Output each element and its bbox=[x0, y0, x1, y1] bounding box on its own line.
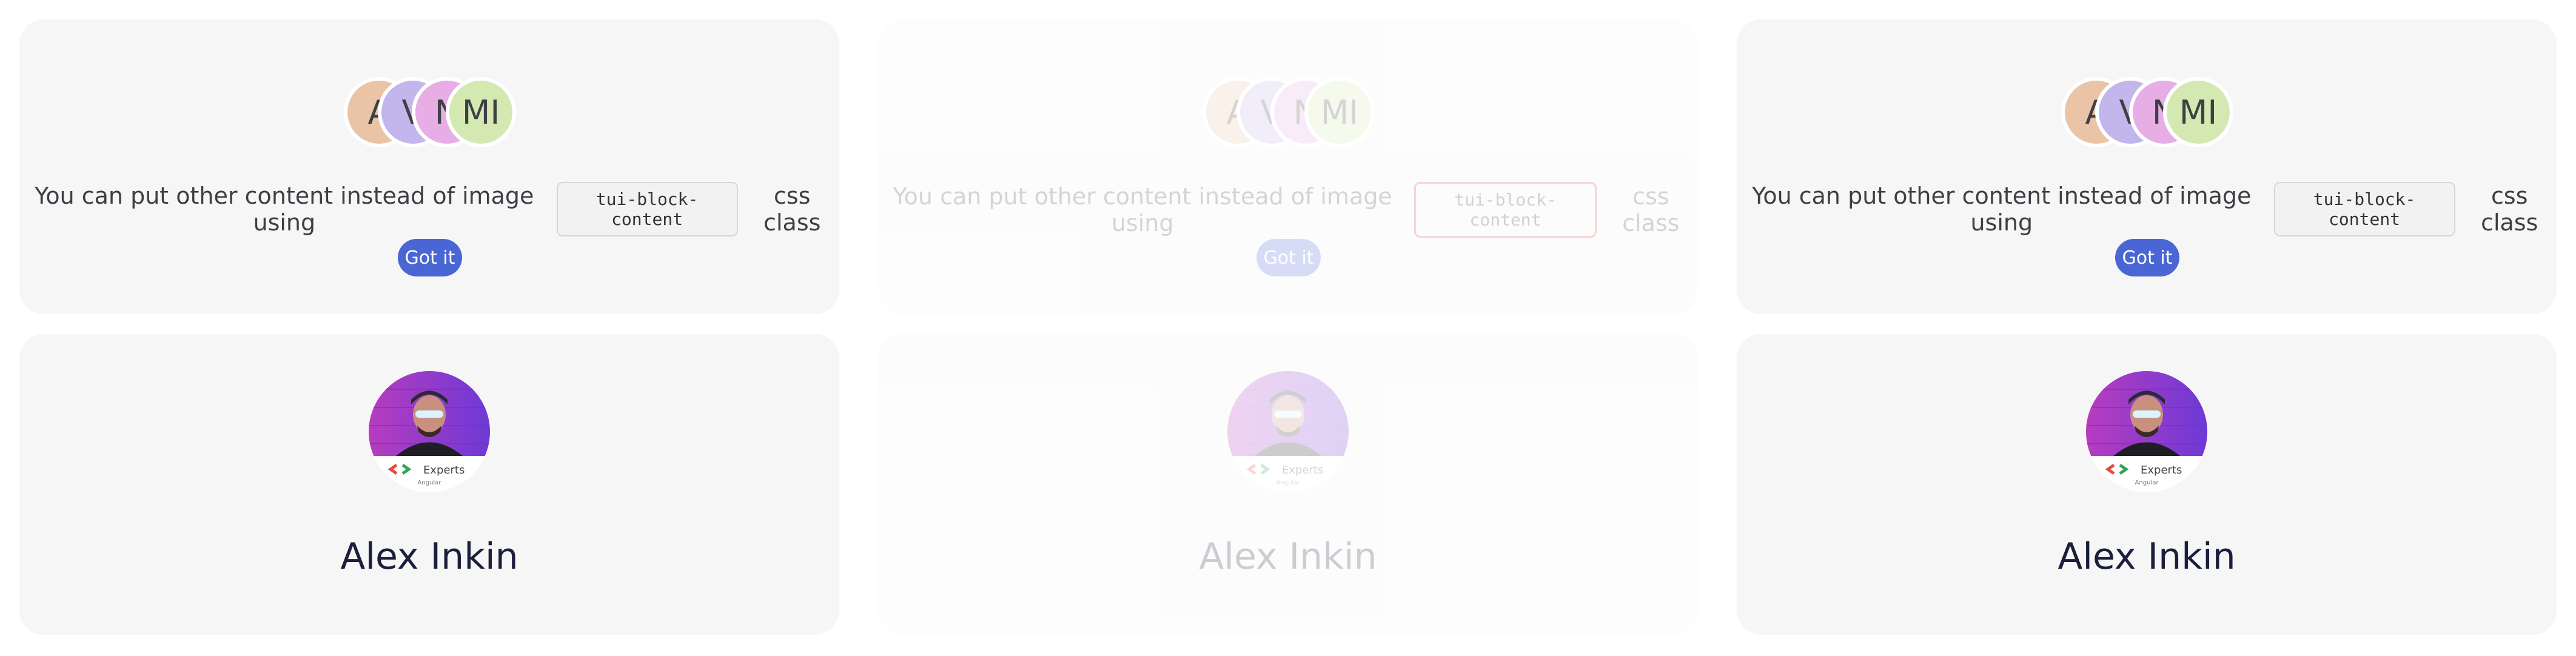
hint-text-before: You can put other content instead of ima… bbox=[1752, 182, 2252, 236]
profile-name: Alex Inkin bbox=[1199, 535, 1377, 578]
badge-subtitle: Angular bbox=[1276, 480, 1301, 486]
code-class-name: tui-block-content bbox=[556, 182, 738, 236]
hint-message: You can put other content instead of ima… bbox=[878, 182, 1698, 238]
hint-text-after: css class bbox=[1622, 183, 1680, 236]
hint-text-after: css class bbox=[2481, 182, 2538, 236]
code-class-name: tui-block-content bbox=[1414, 182, 1597, 238]
avatar-stack: A V N MI bbox=[1202, 77, 1378, 147]
avatar: MI bbox=[2163, 77, 2233, 147]
avatar-stack-card: A V N MI You can put other content inste… bbox=[1737, 19, 2557, 314]
profile-photo: Experts Angular bbox=[2086, 371, 2207, 492]
profile-card: Experts Angular Alex Inkin bbox=[878, 334, 1698, 635]
demo-column-3: A V N MI You can put other content inste… bbox=[1717, 0, 2576, 656]
hint-message: You can put other content instead of ima… bbox=[19, 182, 839, 236]
profile-card: Experts Angular Alex Inkin bbox=[1737, 334, 2557, 635]
profile-name: Alex Inkin bbox=[2058, 535, 2236, 578]
avatar: MI bbox=[1304, 77, 1375, 147]
badge-title: Experts bbox=[2141, 464, 2182, 477]
profile-photo: Experts Angular bbox=[369, 371, 490, 492]
got-it-button[interactable]: Got it bbox=[2115, 239, 2179, 276]
avatar: MI bbox=[446, 77, 516, 147]
hint-text-after: css class bbox=[763, 182, 821, 236]
avatar-stack-card: A V N MI You can put other content inste… bbox=[878, 19, 1698, 314]
profile-photo: Experts Angular bbox=[1227, 371, 1349, 492]
profile-name: Alex Inkin bbox=[340, 535, 518, 578]
avatar-stack: A V N MI bbox=[2061, 77, 2237, 147]
hint-message: You can put other content instead of ima… bbox=[1737, 182, 2557, 236]
badge-title: Experts bbox=[1282, 464, 1323, 477]
profile-card: Experts Angular Alex Inkin bbox=[19, 334, 839, 635]
hint-text-before: You can put other content instead of ima… bbox=[893, 183, 1392, 236]
avatar-stack-card: A V N MI You can put other content inste… bbox=[19, 19, 839, 314]
code-class-name: tui-block-content bbox=[2273, 182, 2455, 236]
badge-subtitle: Angular bbox=[2135, 480, 2159, 486]
badge-subtitle: Angular bbox=[418, 480, 442, 486]
hint-text-before: You can put other content instead of ima… bbox=[35, 182, 534, 236]
badge-title: Experts bbox=[423, 464, 465, 477]
demo-column-1: A V N MI You can put other content inste… bbox=[0, 0, 859, 656]
demo-column-2: A V N MI You can put other content inste… bbox=[859, 0, 1717, 656]
demo-screen: A V N MI You can put other content inste… bbox=[0, 0, 2576, 656]
avatar-stack: A V N MI bbox=[344, 77, 520, 147]
got-it-button[interactable]: Got it bbox=[1256, 239, 1321, 276]
got-it-button[interactable]: Got it bbox=[398, 239, 462, 276]
